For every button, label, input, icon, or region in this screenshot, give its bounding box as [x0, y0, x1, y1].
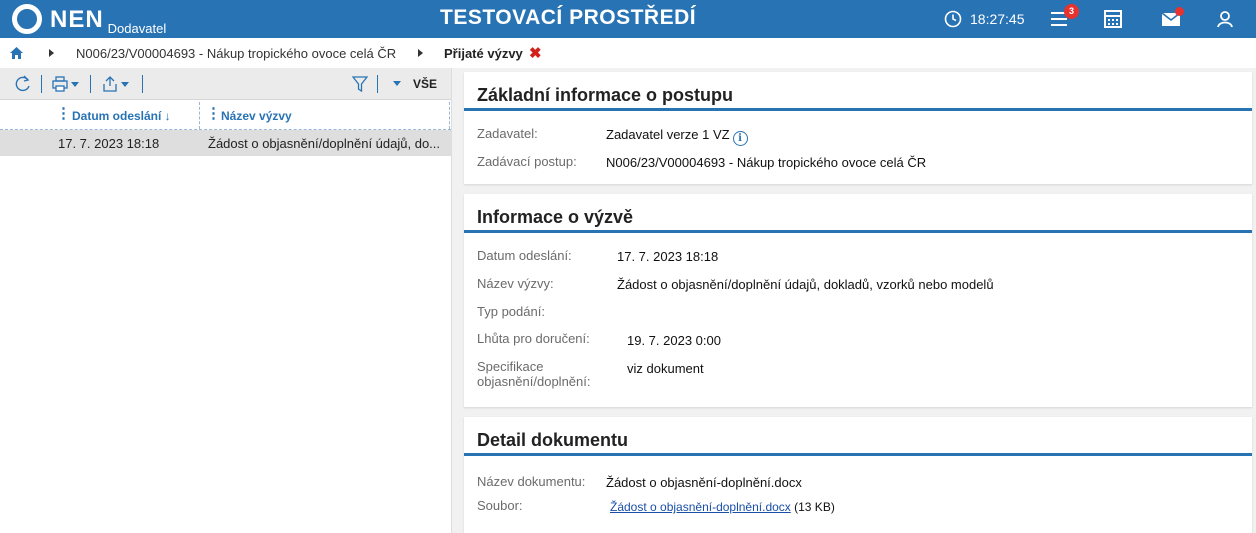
close-tab-icon[interactable]: ✖ — [529, 44, 542, 62]
breadcrumb-separator-icon — [418, 49, 423, 57]
section-title: Detail dokumentu — [464, 417, 1252, 456]
column-header-date[interactable]: Datum odeslání ↓ — [72, 109, 171, 123]
chevron-down-icon — [121, 81, 129, 87]
logo-subtitle: Dodavatel — [107, 21, 167, 36]
top-bar: NEN Dodavatel TESTOVACÍ PROSTŘEDÍ 18:27:… — [0, 0, 1256, 38]
mail-unread-dot — [1175, 7, 1184, 16]
export-icon — [103, 76, 117, 92]
clock-time: 18:27:45 — [970, 11, 1025, 27]
filter-select-value[interactable]: VŠE — [413, 77, 437, 91]
session-clock: 18:27:45 — [944, 10, 1025, 28]
specifikace-label-line1: Specifikace — [477, 359, 544, 374]
logo-ring-icon — [12, 4, 42, 34]
filter-button[interactable] — [352, 74, 368, 94]
column-menu-icon[interactable]: ⋮ — [206, 106, 221, 122]
home-icon[interactable] — [10, 47, 23, 59]
postup-value: N006/23/V00004693 - Nákup tropického ovo… — [606, 155, 927, 170]
list-panel: VŠE ⋮ Datum odeslání ↓ ⋮ Název výzvy 17.… — [0, 68, 452, 533]
print-button[interactable] — [52, 74, 79, 94]
dokument-value: Žádost o objasnění-doplnění.docx — [606, 475, 802, 490]
user-icon[interactable] — [1214, 8, 1236, 30]
notification-badge: 3 — [1064, 4, 1079, 19]
zadavatel-value: Zadavatel verze 1 VZ — [606, 127, 730, 142]
logo-name: NEN — [50, 6, 104, 33]
nazev-vyzvy-value: Žádost o objasnění/doplnění údajů, dokla… — [617, 277, 994, 292]
clock-icon — [944, 10, 962, 28]
lhuta-value: 19. 7. 2023 0:00 — [627, 333, 721, 348]
soubor-label: Soubor: — [477, 498, 523, 513]
column-divider[interactable] — [449, 102, 450, 129]
print-icon — [52, 76, 68, 92]
cell-date: 17. 7. 2023 18:18 — [58, 136, 160, 151]
zadavatel-label: Zadavatel: — [477, 126, 538, 141]
list-toolbar: VŠE — [0, 68, 451, 100]
refresh-icon — [15, 75, 30, 92]
lhuta-label: Lhůta pro doručení: — [477, 331, 590, 346]
environment-title: TESTOVACÍ PROSTŘEDÍ — [440, 6, 697, 29]
calculator-icon[interactable] — [1102, 8, 1124, 30]
grid-header: ⋮ Datum odeslání ↓ ⋮ Název výzvy — [0, 100, 451, 130]
nen-logo[interactable]: NEN Dodavatel — [12, 4, 167, 36]
specifikace-value: viz dokument — [627, 361, 704, 376]
file-download-link[interactable]: Žádost o objasnění-doplnění.docx — [610, 500, 791, 514]
info-icon[interactable]: i — [732, 131, 748, 146]
soubor-value: Žádost o objasnění-doplnění.docx (13 KB) — [610, 500, 835, 514]
breadcrumb-separator-icon — [49, 49, 54, 57]
basic-info-card: Základní informace o postupu Zadavatel: … — [464, 72, 1252, 184]
column-header-name[interactable]: Název výzvy — [221, 109, 292, 123]
column-menu-icon[interactable]: ⋮ — [56, 106, 71, 122]
datum-label: Datum odeslání: — [477, 248, 572, 263]
call-info-card: Informace o výzvě Datum odeslání: 17. 7.… — [464, 194, 1252, 407]
detail-panel: Základní informace o postupu Zadavatel: … — [452, 68, 1256, 533]
postup-label: Zadávací postup: — [477, 154, 577, 169]
section-title: Informace o výzvě — [464, 194, 1252, 233]
datum-value: 17. 7. 2023 18:18 — [617, 249, 719, 264]
document-detail-card: Detail dokumentu Název dokumentu: Žádost… — [464, 417, 1252, 533]
typ-podani-label: Typ podání: — [477, 304, 545, 319]
specifikace-label-line2: objasnění/doplnění: — [477, 374, 591, 389]
table-row[interactable]: 17. 7. 2023 18:18 Žádost o objasnění/dop… — [0, 130, 451, 156]
breadcrumb-procedure[interactable]: N006/23/V00004693 - Nákup tropického ovo… — [76, 46, 396, 61]
chevron-down-icon[interactable] — [393, 81, 401, 86]
dokument-label: Název dokumentu: — [477, 474, 586, 489]
specifikace-label: Specifikace objasnění/doplnění: — [477, 359, 590, 389]
zadavatel-value-row: Zadavatel verze 1 VZ i — [606, 127, 748, 146]
breadcrumb: N006/23/V00004693 - Nákup tropického ovo… — [0, 38, 1256, 68]
file-size: (13 KB) — [790, 500, 835, 514]
section-title: Základní informace o postupu — [464, 72, 1252, 111]
export-button[interactable] — [102, 74, 129, 94]
column-divider[interactable] — [199, 102, 200, 129]
breadcrumb-current: Přijaté výzvy — [444, 46, 523, 61]
cell-name: Žádost o objasnění/doplnění údajů, do... — [208, 136, 441, 151]
chevron-down-icon — [71, 81, 79, 87]
refresh-button[interactable] — [14, 74, 32, 94]
filter-icon — [352, 76, 368, 93]
nazev-vyzvy-label: Název výzvy: — [477, 276, 554, 291]
